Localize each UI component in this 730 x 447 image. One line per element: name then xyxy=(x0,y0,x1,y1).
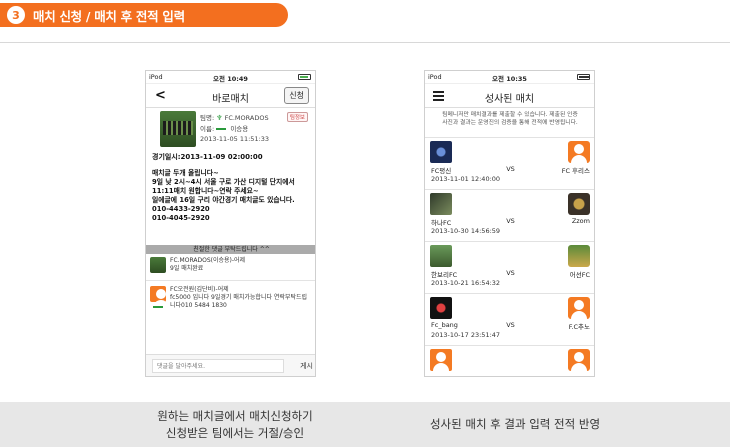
comment-text: fc5000 입니다 9일경기 매치가능합니다 연락부탁드립 xyxy=(170,294,308,301)
person-avatar-icon xyxy=(150,286,166,302)
team-logo xyxy=(430,141,452,163)
person-avatar-icon xyxy=(430,349,452,371)
avatar xyxy=(150,257,166,273)
post-body: 매치글 두개 올립니다~ 9일 낮 2시~4시 서울 구로 가산 디지털 단지에… xyxy=(152,169,310,223)
author-name: 이승용 xyxy=(230,125,249,133)
away-team: F.C추노 xyxy=(568,323,590,331)
step-header: 3 매치 신청 / 매치 후 전적 입력 xyxy=(0,3,288,27)
comment-text: 니다010 5484 1830 xyxy=(170,302,227,309)
person-avatar-icon xyxy=(568,297,590,319)
post-line: 일에글에 16일 구리 야간경기 매치글도 있습니다. xyxy=(152,196,295,204)
match-row[interactable]: 하나FC VS Zzom 2013-10-30 14:56:59 xyxy=(425,189,594,241)
team-logo xyxy=(430,297,452,319)
guide-page: 3 매치 신청 / 매치 후 전적 입력 iPod 오전 10:49 < 바로매… xyxy=(0,0,730,447)
away-team: Zzom xyxy=(571,217,590,225)
comment-header: 친절한 댓글 부탁드립니다 ^^ xyxy=(146,245,315,254)
notice-text: 팀메니저만 매치결과를 제출할 수 있습니다. 제출된 인증 사진과 결과는 운… xyxy=(442,112,578,126)
reply-input[interactable] xyxy=(152,359,284,373)
phone-match-apply: iPod 오전 10:49 < 바로매치 신청 팀명: ♆ FC.MORADOS… xyxy=(145,70,316,377)
status-time: 오전 10:49 xyxy=(213,75,248,83)
phone-completed-matches: iPod 오전 10:35 성사된 매치 팀메니저만 매치결과를 제출할 수 있… xyxy=(424,70,595,377)
match-date: 2013-10-21 16:54:32 xyxy=(431,279,501,287)
match-row[interactable]: FC평신 VS FC 후리스 2013-11-01 12:40:00 xyxy=(425,137,594,189)
divider xyxy=(146,280,315,281)
caption-right: 성사된 매치 후 결과 입력 전적 반영 xyxy=(429,417,601,431)
nav-bar: 성사된 매치 xyxy=(425,84,594,108)
team-logo xyxy=(568,245,590,267)
status-bar: iPod 오전 10:35 xyxy=(425,71,594,84)
vs-label: VS xyxy=(506,217,515,225)
match-date: 2013-10-30 14:56:59 xyxy=(431,227,501,235)
team-logo xyxy=(568,193,590,215)
comment-item: FC오전원(김단비)-어제 fc5000 입니다 9일경기 매치가능합니다 연락… xyxy=(150,286,313,310)
match-datetime: 경기일시:2013-11-09 02:00:00 xyxy=(152,153,263,161)
post-timestamp: 2013-11-05 11:51:33 xyxy=(200,135,270,143)
match-row[interactable]: 한보리FC VS 어선FC 2013-10-21 16:54:32 xyxy=(425,241,594,293)
step-number-badge: 3 xyxy=(7,6,25,24)
battery-icon xyxy=(577,74,590,80)
comment-author: FC오전원(김단비)-어제 xyxy=(170,286,229,293)
status-time: 오전 10:35 xyxy=(492,75,527,83)
match-row[interactable] xyxy=(425,345,594,376)
match-date: 2013-11-01 12:40:00 xyxy=(431,175,501,183)
post-header: 팀명: ♆ FC.MORADOS 팀정보 이름: 이승용 2013-11-05 … xyxy=(160,111,310,149)
nav-title: 성사된 매치 xyxy=(484,94,535,105)
team-logo xyxy=(430,193,452,215)
step-title: 매치 신청 / 매치 후 전적 입력 xyxy=(33,8,185,24)
post-line: 11:11매치 원합니다~연락 주세요~ xyxy=(152,187,259,195)
comment-author: FC.MORADOS(이승용)-어제 xyxy=(170,257,246,264)
match-date: 2013-10-17 23:51:47 xyxy=(431,331,501,339)
team-line: 팀명: ♆ FC.MORADOS xyxy=(200,114,269,122)
team-name[interactable]: FC.MORADOS xyxy=(225,114,269,122)
name-line: 이름: 이승용 xyxy=(200,125,249,133)
nav-bar: < 바로매치 신청 xyxy=(146,84,315,108)
post-button[interactable]: 게시 xyxy=(300,361,313,371)
comment-item: FC.MORADOS(이승용)-어제 9일 매치완료 xyxy=(150,257,313,273)
team-photo xyxy=(160,111,196,147)
post-line: 010-4045-2920 xyxy=(152,214,210,222)
post-line: 010-4433-2920 xyxy=(152,205,210,213)
away-team: FC 후리스 xyxy=(561,167,590,175)
status-bar: iPod 오전 10:49 xyxy=(146,71,315,84)
level-bar-icon xyxy=(216,128,227,130)
apply-button[interactable]: 신청 xyxy=(284,87,309,104)
reply-bar: 게시 xyxy=(146,354,315,376)
comment-text: 9일 매치완료 xyxy=(170,265,204,272)
team-info-button[interactable]: 팀정보 xyxy=(286,112,308,122)
person-avatar-icon xyxy=(568,141,590,163)
team-logo xyxy=(430,245,452,267)
away-team: 어선FC xyxy=(569,271,590,279)
caption-left: 원하는 매치글에서 매치신청하기 신청받은 팀에서는 거절/승인 xyxy=(157,409,313,440)
post-line: 9일 낮 2시~4시 서울 구로 가산 디지털 단지에서 xyxy=(152,178,295,186)
match-row[interactable]: Fc_bang VS F.C추노 2013-10-17 23:51:47 xyxy=(425,293,594,345)
team-logo-icon: ♆ xyxy=(216,114,223,122)
person-avatar-icon xyxy=(568,349,590,371)
content-frame xyxy=(0,42,730,447)
battery-icon xyxy=(298,74,311,80)
level-bar-icon xyxy=(153,306,163,308)
post-line: 매치글 두개 올립니다~ xyxy=(152,169,219,177)
